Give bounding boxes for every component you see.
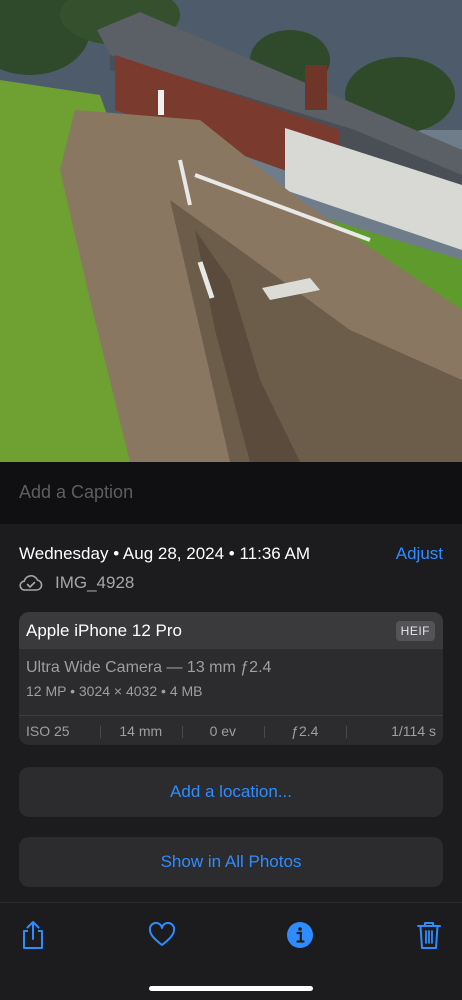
caption-bar[interactable]: Add a Caption: [0, 462, 462, 524]
exif-iso: ISO 25: [26, 722, 70, 739]
icloud-check-icon: [19, 574, 43, 591]
photo-image: [0, 0, 462, 462]
home-indicator[interactable]: [149, 986, 313, 991]
capture-date: Wednesday • Aug 28, 2024 • 11:36 AM: [19, 544, 311, 563]
adjust-button[interactable]: Adjust: [396, 544, 443, 564]
device-name: Apple iPhone 12 Pro: [26, 620, 182, 640]
info-button[interactable]: [285, 919, 315, 951]
photo-view[interactable]: [0, 0, 462, 462]
heart-icon: [148, 922, 176, 946]
date-row: Wednesday • Aug 28, 2024 • 11:36 AM Adju…: [19, 544, 443, 566]
info-icon: [287, 922, 313, 948]
info-panel: Wednesday • Aug 28, 2024 • 11:36 AM Adju…: [0, 524, 462, 902]
exif-exposure-value: 0 ev: [181, 723, 264, 739]
format-badge: HEIF: [395, 620, 435, 641]
favorite-button[interactable]: [147, 919, 177, 951]
exif-aperture: ƒ2.4: [263, 723, 346, 739]
camera-card-body: Ultra Wide Camera — 13 mm ƒ2.4 12 MP • 3…: [19, 649, 443, 715]
add-location-button[interactable]: Add a location...: [19, 767, 443, 817]
share-button[interactable]: [18, 919, 48, 951]
image-specs: 12 MP • 3024 × 4032 • 4 MB: [26, 683, 203, 699]
delete-button[interactable]: [414, 919, 444, 951]
lens-info: Ultra Wide Camera — 13 mm ƒ2.4: [26, 659, 272, 676]
share-icon: [23, 921, 43, 949]
exif-shutter-speed: 1/114 s: [345, 723, 443, 739]
caption-placeholder[interactable]: Add a Caption: [19, 482, 443, 503]
trash-icon: [417, 922, 441, 949]
exif-row: ISO 25 14 mm 0 ev ƒ2.4 1/114 s: [19, 715, 443, 745]
show-in-all-photos-button[interactable]: Show in All Photos: [19, 837, 443, 887]
file-row: IMG_4928: [19, 572, 134, 594]
file-name: IMG_4928: [55, 573, 135, 592]
camera-info-card: Apple iPhone 12 Pro HEIF Ultra Wide Came…: [19, 612, 443, 745]
camera-card-header: Apple iPhone 12 Pro HEIF: [19, 612, 443, 649]
bottom-toolbar: [0, 902, 462, 1000]
exif-focal-length: 14 mm: [99, 723, 182, 739]
